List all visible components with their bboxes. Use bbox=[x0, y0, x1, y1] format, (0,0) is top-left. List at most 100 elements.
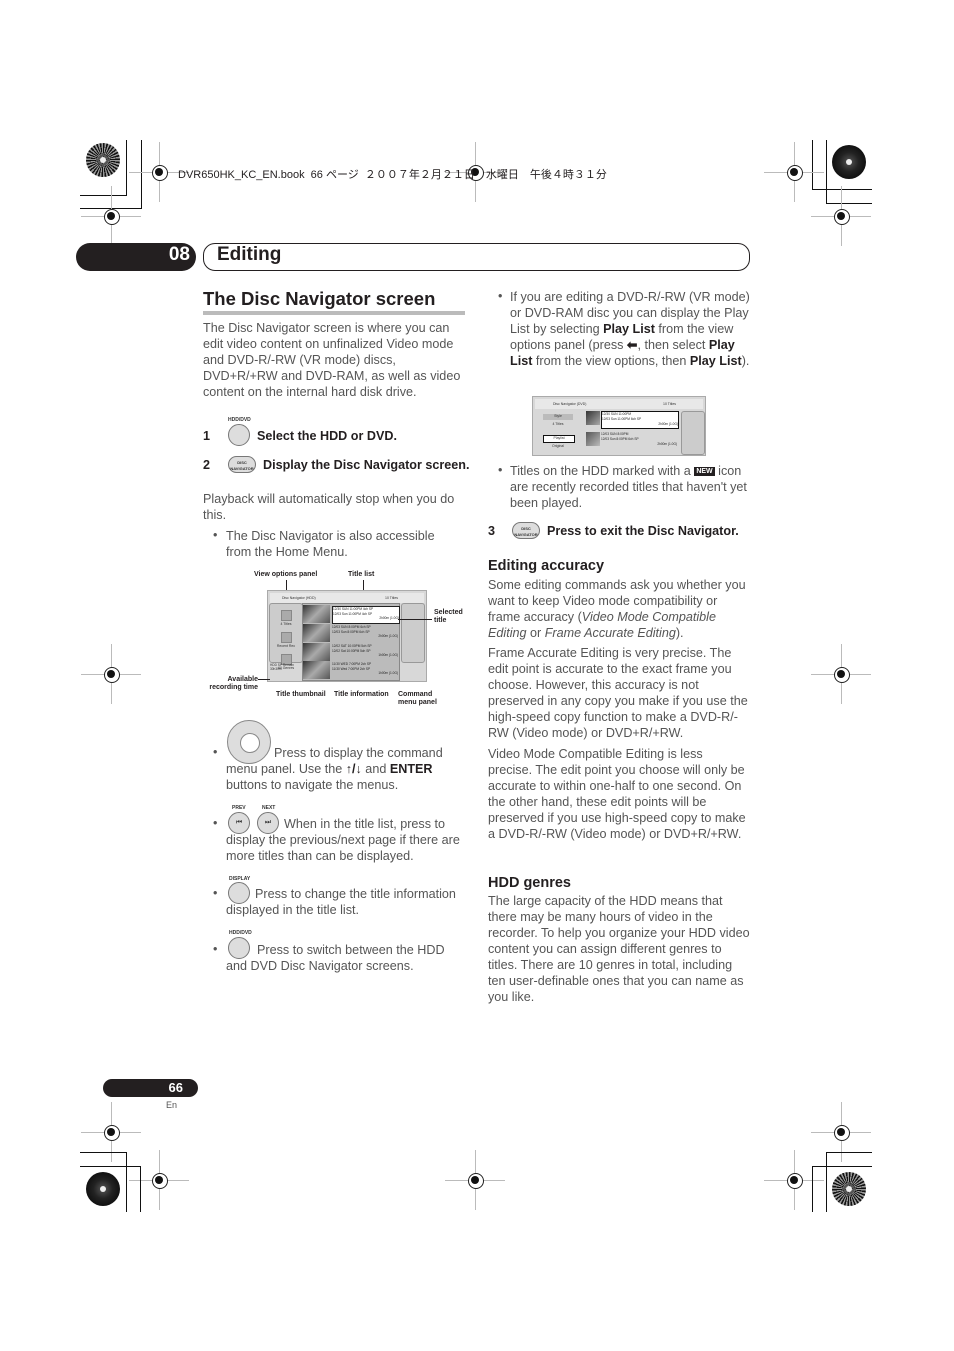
title-info: 12/02 SAT 10:00PM 5ch SP 12/02 Sat 10:00P… bbox=[332, 644, 398, 657]
crop-mark bbox=[140, 1166, 141, 1212]
screen-header-title: Disc Navigator (HDD) bbox=[282, 596, 316, 600]
crop-mark bbox=[826, 1152, 872, 1153]
title-list: 12/30 SUN 11:00PM 4ch SP 12/03 Sun 11:00P… bbox=[302, 603, 400, 681]
title-row: 12/03 SUN 8:00PM 6ch SP 12/03 Sun 8:00PM … bbox=[303, 624, 399, 642]
view-option: Style bbox=[543, 414, 573, 420]
section-rule bbox=[203, 311, 465, 315]
section-intro: The Disc Navigator screen is where you c… bbox=[203, 321, 461, 399]
title-row: 12/30 SUN 11:00PM 4ch SP 12/03 Sun 11:00P… bbox=[303, 605, 400, 624]
button-caption: NEXT bbox=[262, 805, 276, 811]
bullet-text: Press to display the command menu panel.… bbox=[226, 746, 443, 792]
command-menu-panel bbox=[681, 411, 705, 455]
view-option: 4 Titles bbox=[270, 610, 302, 626]
crop-mark bbox=[126, 140, 127, 196]
step-number: 1 bbox=[203, 429, 211, 443]
leader-line bbox=[398, 619, 432, 620]
available-time: HDD SP Remain 30h30m bbox=[270, 663, 294, 671]
title-info-selected: 12/30 SUN 11:00PM 12/03 Sun 11:00PM 6ch S… bbox=[601, 411, 679, 429]
registration-mark-icon bbox=[129, 1150, 189, 1210]
crop-mark bbox=[812, 1166, 813, 1212]
editing-accuracy-p1: Some editing commands ask you whether yo… bbox=[488, 578, 746, 640]
hdd-genres-text: The large capacity of the HDD means that… bbox=[488, 894, 750, 1004]
title-info: 11/30 WED 7:00PM 2ch SP 11/30 Wed 7:00PM … bbox=[332, 662, 398, 675]
title-thumbnail bbox=[586, 432, 600, 446]
title-info: 12/03 SUN 8:00PM 6ch SP 12/03 Sun 8:00PM … bbox=[332, 625, 398, 638]
hdd-dvd-button-icon bbox=[228, 424, 250, 446]
screen-title-count: 10 Titles bbox=[385, 596, 399, 600]
page-language: En bbox=[166, 1100, 178, 1110]
bullet-text: Press to change the title information di… bbox=[226, 887, 456, 917]
print-header: DVR650HK_KC_EN.book 66 ページ ２００７年２月２１日 水曜… bbox=[178, 169, 607, 181]
registration-mark-icon bbox=[811, 186, 871, 246]
chapter-title: Editing bbox=[217, 244, 282, 265]
hdd-genres-heading: HDD genres bbox=[488, 875, 571, 891]
crop-mark bbox=[141, 140, 142, 208]
bullet-dot: • bbox=[498, 289, 503, 303]
crop-mark bbox=[812, 140, 813, 190]
title-info: 12/03 SUN 8:00PM 12/03 Sun 8:00PM 6ch SP 2… bbox=[601, 432, 677, 446]
crop-mark bbox=[826, 1152, 827, 1212]
screen-header: Disc Navigator (HDD) 10 Titles bbox=[270, 593, 424, 603]
screen-header: Disc Navigator (DVD) 10 Titles bbox=[535, 399, 703, 409]
chapter-number: 08 bbox=[168, 244, 190, 265]
bullet-dot: • bbox=[213, 745, 218, 759]
callout-available-time: Available recording time bbox=[209, 676, 258, 691]
title-info-selected: 12/30 SUN 11:00PM 4ch SP 12/03 Sun 11:00P… bbox=[332, 606, 400, 624]
step-note: Playback will automatically stop when yo… bbox=[203, 492, 455, 522]
editing-accuracy-p3: Video Mode Compatible Editing is less pr… bbox=[488, 747, 746, 841]
chapter-title-box bbox=[203, 243, 750, 271]
callout-title-info: Title information bbox=[334, 691, 389, 698]
view-option-selected: Playlist bbox=[543, 435, 575, 443]
callout-selected-title: Selected title bbox=[434, 609, 463, 624]
disc-navigator-screen-dvd: Disc Navigator (DVD) 10 Titles Style 4 T… bbox=[532, 396, 706, 456]
registration-mark-icon bbox=[81, 1102, 141, 1162]
bullet-text: Press to switch between the HDD and DVD … bbox=[226, 943, 445, 973]
callout-view-options: View options panel bbox=[254, 571, 318, 578]
registration-mark-icon bbox=[764, 142, 824, 202]
crop-mark bbox=[126, 1152, 127, 1212]
view-option: Original bbox=[551, 444, 565, 448]
page-number: 66 bbox=[168, 1080, 183, 1095]
registration-mark-icon bbox=[811, 644, 871, 704]
editing-accuracy-heading: Editing accuracy bbox=[488, 558, 605, 574]
disc-navigator-screen-hdd: Disc Navigator (HDD) 10 Titles 4 Titles … bbox=[267, 590, 427, 682]
command-menu-panel bbox=[401, 603, 425, 663]
crop-mark bbox=[80, 1166, 140, 1167]
bullet-dot: • bbox=[213, 816, 218, 830]
registration-mark-icon bbox=[81, 644, 141, 704]
title-thumbnail bbox=[586, 411, 600, 425]
callout-title-list: Title list bbox=[348, 571, 375, 578]
title-thumbnail bbox=[303, 643, 330, 661]
registration-mark-icon bbox=[811, 1102, 871, 1162]
view-options-panel: 4 Titles Recent Rec All Genres bbox=[269, 603, 303, 670]
registration-target-icon bbox=[832, 1172, 866, 1206]
crop-mark bbox=[80, 195, 126, 196]
title-thumbnail bbox=[303, 624, 330, 642]
title-thumbnail bbox=[303, 661, 330, 679]
button-caption: HDD/DVD bbox=[228, 417, 251, 423]
registration-mark-icon bbox=[764, 1150, 824, 1210]
title-row: 11/30 WED 7:00PM 2ch SP 11/30 Wed 7:00PM … bbox=[303, 661, 399, 679]
step-text: Display the Disc Navigator screen. bbox=[263, 458, 470, 472]
view-option: 4 Titles bbox=[552, 422, 564, 426]
crop-mark bbox=[80, 1152, 126, 1153]
bullet-dot: • bbox=[213, 886, 218, 900]
editing-accuracy-p2: Frame Accurate Editing is very precise. … bbox=[488, 646, 748, 740]
disc-navigator-button-icon: DISC NAVIGATOR bbox=[228, 456, 256, 473]
callout-thumbnail: Title thumbnail bbox=[276, 691, 326, 698]
button-caption: PREV bbox=[232, 805, 246, 811]
bullet-dot: • bbox=[213, 528, 218, 542]
screen-title-count: 10 Titles bbox=[663, 402, 677, 406]
leader-line bbox=[258, 679, 270, 680]
bullet-text: When in the title list, press to display… bbox=[226, 817, 460, 863]
registration-target-icon bbox=[86, 1172, 120, 1206]
title-thumbnail bbox=[303, 605, 330, 623]
new-badge-icon: NEW bbox=[694, 467, 715, 477]
step-number: 3 bbox=[488, 524, 496, 538]
step-text: Press to exit the Disc Navigator. bbox=[547, 524, 739, 538]
view-option: Recent Rec bbox=[270, 632, 302, 648]
playlist-bullet: If you are editing a DVD-R/-RW (VR mode)… bbox=[510, 290, 750, 368]
step-text: Select the HDD or DVD. bbox=[257, 429, 397, 443]
new-icon-bullet: Titles on the HDD marked with a NEW icon… bbox=[510, 464, 747, 510]
registration-mark-icon bbox=[81, 186, 141, 246]
